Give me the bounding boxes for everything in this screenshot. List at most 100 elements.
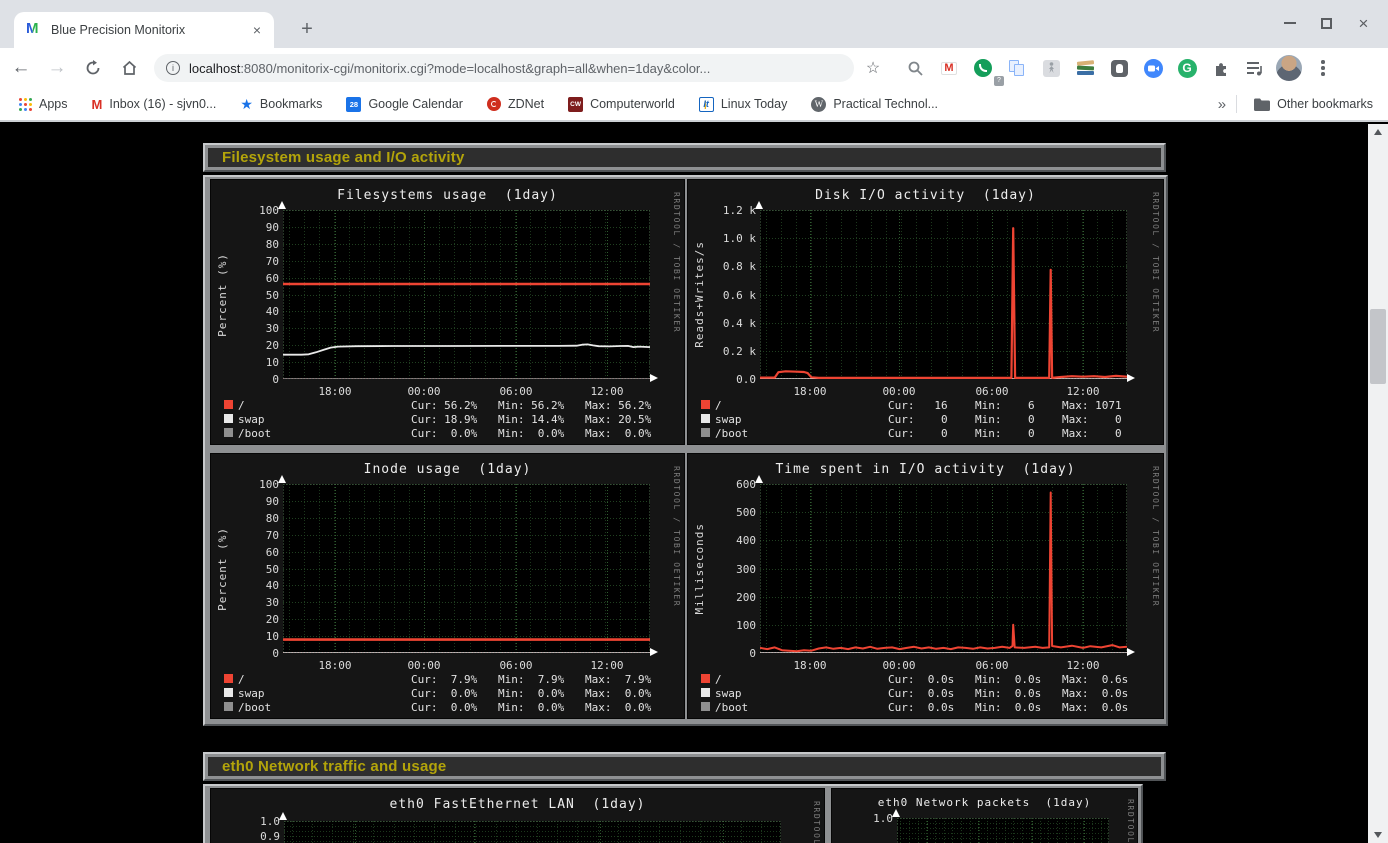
legend-series-name: swap: [715, 413, 742, 426]
legend-value: Max: 0.0s: [1062, 701, 1128, 714]
legend-value: Min: 6: [975, 399, 1035, 412]
section-title: eth0 Network traffic and usage: [222, 758, 446, 775]
plot-area: [284, 821, 781, 843]
x-tick-label: 18:00: [311, 385, 359, 398]
legend-swatch: [224, 400, 233, 409]
section-header-network: eth0 Network traffic and usage: [203, 752, 1166, 781]
graph-panel-eth0-lan[interactable]: eth0 FastEthernet LAN (1day)RRDTOOL / TO…: [211, 789, 824, 843]
bookmark-google-calendar[interactable]: 28 Google Calendar: [341, 92, 468, 116]
y-tick-label: 0.9: [222, 830, 280, 843]
legend-value: Cur: 0.0s: [888, 687, 954, 700]
y-tick-label: 50: [221, 563, 279, 576]
rrdtool-watermark: RRDTOOL / TOBI OETIKER: [1151, 466, 1160, 607]
plot-area: [283, 210, 650, 379]
x-tick-label: 18:00: [786, 659, 834, 672]
bookmark-practical-technology[interactable]: W Practical Technol...: [806, 92, 943, 116]
legend-swatch: [701, 414, 710, 423]
legend-value: Min: 0.0%: [498, 427, 564, 440]
window-minimize-button[interactable]: [1271, 8, 1308, 38]
page-info-icon[interactable]: i: [166, 61, 180, 75]
x-tick-label: 12:00: [583, 385, 631, 398]
axis-up-arrow-icon: [279, 812, 287, 820]
other-bookmarks-button[interactable]: Other bookmarks: [1249, 92, 1378, 116]
dark-extension-button[interactable]: [1102, 53, 1136, 83]
new-tab-button[interactable]: +: [294, 17, 320, 43]
profile-avatar: [1276, 55, 1302, 81]
graph-panel-inode-usage[interactable]: Inode usage (1day)Percent (%)RRDTOOL / T…: [211, 454, 684, 718]
bookmark-star-icon[interactable]: ☆: [860, 55, 886, 81]
bookmark-bookmarks[interactable]: ★ Bookmarks: [235, 92, 327, 116]
computerworld-cw-icon: CW: [568, 97, 583, 112]
window-maximize-button[interactable]: [1308, 8, 1345, 38]
back-button[interactable]: ←: [6, 53, 36, 83]
legend-swatch: [701, 400, 710, 409]
graph-panel-time-spent-io[interactable]: Time spent in I/O activity (1day)Millise…: [688, 454, 1163, 718]
legend-value: Max: 0.0%: [585, 687, 651, 700]
legend-value: Cur: 0.0%: [411, 701, 477, 714]
extensions-menu-button[interactable]: [1204, 53, 1238, 83]
reload-button[interactable]: [78, 53, 108, 83]
legend-value: Max: 0.0s: [1062, 687, 1128, 700]
y-tick-label: 100: [221, 204, 279, 217]
vertical-scrollbar[interactable]: [1368, 124, 1388, 843]
y-tick-label: 20: [221, 339, 279, 352]
graph-panel-eth0-packets[interactable]: eth0 Network packets (1day)s/sRRDTOOL / …: [832, 789, 1137, 843]
y-tick-label: 70: [221, 529, 279, 542]
legend-swatch: [701, 702, 710, 711]
axis-up-arrow-icon: [755, 475, 763, 483]
search-extension-button[interactable]: [898, 53, 932, 83]
three-dot-menu-icon: [1321, 60, 1325, 76]
books-extension-button[interactable]: [1068, 53, 1102, 83]
media-queue-button[interactable]: [1238, 53, 1272, 83]
y-tick-label: 30: [221, 322, 279, 335]
axis-right-arrow-icon: [1127, 648, 1135, 656]
wordpress-icon: W: [811, 97, 826, 112]
x-tick-label: 00:00: [875, 385, 923, 398]
scrollbar-up-arrow[interactable]: [1368, 124, 1388, 140]
y-tick-label: 200: [698, 591, 756, 604]
bookmarks-bar: Apps M Inbox (16) - sjvn0... ★ Bookmarks…: [0, 88, 1388, 122]
section-header-filesystem: Filesystem usage and I/O activity: [203, 143, 1166, 172]
x-tick-label: 18:00: [786, 385, 834, 398]
browser-tab[interactable]: M M Blue Precision Monitorix ×: [14, 12, 274, 48]
scrollbar-down-arrow[interactable]: [1368, 827, 1388, 843]
bookmark-apps[interactable]: Apps: [14, 92, 73, 116]
legend-series-name: /boot: [715, 701, 748, 714]
x-tick-label: 18:00: [311, 659, 359, 672]
network-graphs-frame: eth0 FastEthernet LAN (1day)RRDTOOL / TO…: [203, 784, 1143, 843]
grammarly-extension-button[interactable]: G: [1170, 53, 1204, 83]
accessibility-extension-button[interactable]: [1034, 53, 1068, 83]
bookmark-zdnet[interactable]: ZDNet: [482, 92, 549, 116]
address-bar[interactable]: i localhost:8080/monitorix-cgi/monitorix…: [154, 54, 854, 82]
bookmark-linux-today[interactable]: |lt Linux Today: [694, 92, 793, 116]
tab-close-icon[interactable]: ×: [248, 21, 266, 39]
legend-value: Min: 0: [975, 427, 1035, 440]
gmail-extension-button[interactable]: M: [932, 53, 966, 83]
folder-icon: [1254, 98, 1270, 111]
rrdtool-watermark: RRDTOOL / TOBI OETIKER: [1126, 799, 1135, 843]
legend-swatch: [701, 428, 710, 437]
bookmarks-divider: [1236, 95, 1237, 113]
graph-panel-filesystems-usage[interactable]: Filesystems usage (1day)Percent (%)RRDTO…: [211, 180, 684, 444]
bookmarks-overflow-chevron[interactable]: »: [1218, 96, 1226, 113]
x-tick-label: 12:00: [583, 659, 631, 672]
graph-panel-disk-io-activity[interactable]: Disk I/O activity (1day)Reads+Writes/sRR…: [688, 180, 1163, 444]
y-tick-label: 10: [221, 630, 279, 643]
voice-extension-button[interactable]: ?: [966, 53, 1000, 83]
scrollbar-thumb[interactable]: [1370, 309, 1386, 384]
legend-value: Cur: 0.0%: [411, 427, 477, 440]
y-tick-label: 50: [221, 289, 279, 302]
legend-swatch: [224, 414, 233, 423]
legend-series-name: /: [238, 673, 245, 686]
window-close-button[interactable]: ×: [1345, 8, 1382, 38]
profile-button[interactable]: [1272, 53, 1306, 83]
copy-extension-button[interactable]: [1000, 53, 1034, 83]
browser-menu-button[interactable]: [1306, 53, 1340, 83]
zoom-extension-button[interactable]: [1136, 53, 1170, 83]
bookmark-inbox[interactable]: M Inbox (16) - sjvn0...: [87, 92, 222, 116]
bookmark-computerworld[interactable]: CW Computerworld: [563, 92, 680, 116]
y-tick-label: 60: [221, 272, 279, 285]
home-button[interactable]: [114, 53, 144, 83]
legend-value: Max: 0.6s: [1062, 673, 1128, 686]
phone-icon: [974, 59, 992, 77]
